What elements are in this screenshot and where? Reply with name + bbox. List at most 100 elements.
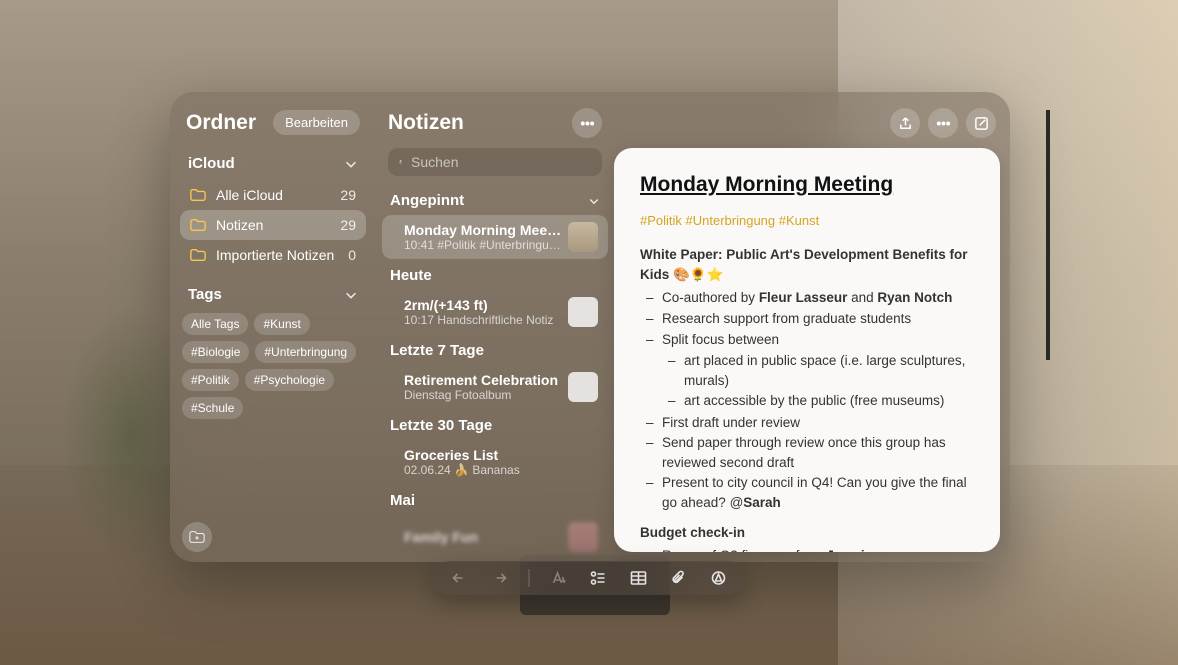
list-item: Co-authored by Fleur Lasseur and Ryan No… — [662, 288, 974, 308]
attach-button[interactable] — [668, 567, 690, 589]
background-lamp — [1028, 110, 1068, 360]
note-tagline: #Politik #Unterbringung #Kunst — [640, 212, 974, 231]
folder-notizen[interactable]: Notizen 29 — [180, 210, 366, 240]
text-style-button[interactable] — [548, 567, 570, 589]
note-section-budget: Budget check-in — [640, 523, 974, 543]
tag-politik[interactable]: #Politik — [182, 369, 239, 391]
paperclip-icon — [670, 569, 688, 587]
note-thumbnail — [568, 297, 598, 327]
notes-title: Notizen — [388, 111, 464, 135]
folder-label: Importierte Notizen — [216, 247, 334, 263]
sidebar-header: Ordner Bearbeiten — [180, 104, 366, 149]
chevron-down-icon — [344, 157, 358, 171]
note-row-title: Monday Morning Meeting — [404, 222, 562, 238]
new-folder-icon — [189, 529, 205, 545]
folder-count: 29 — [340, 217, 356, 233]
section-label-icloud: iCloud — [188, 155, 235, 172]
note-content-column: Monday Morning Meeting #Politik #Unterbr… — [614, 92, 1010, 562]
folder-icon — [190, 188, 206, 202]
note-row-title: Family Fun — [404, 529, 562, 545]
list-item: Present to city council in Q4! Can you g… — [662, 473, 974, 512]
section-may: Mai — [376, 484, 614, 515]
edit-button[interactable]: Bearbeiten — [273, 110, 360, 135]
new-folder-button[interactable] — [182, 522, 212, 552]
markup-button[interactable] — [708, 567, 730, 589]
sidebar-section-tags[interactable]: Tags — [180, 280, 366, 309]
content-header — [614, 104, 1010, 148]
list-item: art accessible by the public (free museu… — [684, 391, 974, 411]
section-label-tags: Tags — [188, 286, 222, 303]
note-editor[interactable]: Monday Morning Meeting #Politik #Unterbr… — [614, 148, 1000, 552]
note-row-family-fun[interactable]: Family Fun — [382, 515, 608, 559]
sidebar-section-icloud[interactable]: iCloud — [180, 149, 366, 178]
folder-icon — [190, 248, 206, 262]
folder-count: 0 — [348, 247, 356, 263]
folder-all-icloud[interactable]: Alle iCloud 29 — [180, 180, 366, 210]
list-item: First draft under review — [662, 413, 974, 433]
note-row-retirement[interactable]: Retirement Celebration Dienstag Fotoalbu… — [382, 365, 608, 409]
compose-button[interactable] — [966, 108, 996, 138]
note-row-monday-meeting[interactable]: Monday Morning Meeting 10:41 #Politik #U… — [382, 215, 608, 259]
notes-list-column: Notizen Angepinnt Monday Morning Meeting… — [376, 92, 614, 562]
sidebar: Ordner Bearbeiten iCloud Alle iCloud 29 … — [170, 92, 376, 562]
section-today: Heute — [376, 259, 614, 290]
tag-psychologie[interactable]: #Psychologie — [245, 369, 334, 391]
notes-app-window: Ordner Bearbeiten iCloud Alle iCloud 29 … — [170, 92, 1010, 562]
note-row-groceries[interactable]: Groceries List 02.06.24 🍌 Bananas — [382, 440, 608, 484]
note-row-title: Groceries List — [404, 447, 598, 463]
undo-button[interactable] — [449, 567, 471, 589]
section-last7-label: Letzte 7 Tage — [390, 342, 484, 359]
tag-all[interactable]: Alle Tags — [182, 313, 248, 335]
checklist-icon — [590, 569, 608, 587]
folder-imported[interactable]: Importierte Notizen 0 — [180, 240, 366, 270]
tag-kunst[interactable]: #Kunst — [254, 313, 309, 335]
folder-icon — [190, 218, 206, 232]
ellipsis-icon — [580, 116, 595, 131]
chevron-down-icon — [344, 288, 358, 302]
checklist-button[interactable] — [588, 567, 610, 589]
section-last30: Letzte 30 Tage — [376, 409, 614, 440]
folder-count: 29 — [340, 187, 356, 203]
mic-icon — [398, 155, 403, 169]
note-row-sub: 10:41 #Politik #Unterbringung #K… — [404, 238, 562, 252]
ellipsis-icon — [936, 116, 951, 131]
note-row-sub: 02.06.24 🍌 Bananas — [404, 463, 598, 477]
search-box[interactable] — [388, 148, 602, 176]
note-row-handwriting[interactable]: 2rm/(+143 ft) 10:17 Handschriftliche Not… — [382, 290, 608, 334]
tag-schule[interactable]: #Schule — [182, 397, 243, 419]
search-input[interactable] — [411, 154, 592, 170]
table-icon — [630, 569, 648, 587]
more-button[interactable] — [572, 108, 602, 138]
section-last7: Letzte 7 Tage — [376, 334, 614, 365]
section-pinned[interactable]: Angepinnt — [376, 184, 614, 215]
tag-unterbringung[interactable]: #Unterbringung — [255, 341, 356, 363]
note-thumbnail — [568, 522, 598, 552]
compose-icon — [974, 116, 989, 131]
redo-button[interactable] — [489, 567, 511, 589]
note-heading: Monday Morning Meeting — [640, 170, 974, 200]
more-options-button[interactable] — [928, 108, 958, 138]
note-bullets-1: Co-authored by Fleur Lasseur and Ryan No… — [640, 288, 974, 512]
section-last30-label: Letzte 30 Tage — [390, 417, 492, 434]
note-thumbnail — [568, 372, 598, 402]
tag-list: Alle Tags #Kunst #Biologie #Unterbringun… — [180, 309, 366, 423]
note-row-title: Retirement Celebration — [404, 372, 562, 388]
list-item: Split focus between art placed in public… — [662, 330, 974, 411]
redo-icon — [491, 569, 509, 587]
folder-label: Notizen — [216, 217, 263, 233]
text-icon — [550, 569, 568, 587]
folder-list: Alle iCloud 29 Notizen 29 Importierte No… — [180, 180, 366, 270]
sidebar-title: Ordner — [186, 111, 256, 135]
list-item: art placed in public space (i.e. large s… — [684, 351, 974, 390]
list-item: Research support from graduate students — [662, 309, 974, 329]
share-button[interactable] — [890, 108, 920, 138]
note-thumbnail — [568, 222, 598, 252]
markup-icon — [710, 569, 728, 587]
section-may-label: Mai — [390, 492, 415, 509]
format-toolbar — [433, 561, 746, 595]
tag-biologie[interactable]: #Biologie — [182, 341, 249, 363]
list-item: Send paper through review once this grou… — [662, 433, 974, 472]
section-today-label: Heute — [390, 267, 432, 284]
folder-label: Alle iCloud — [216, 187, 283, 203]
table-button[interactable] — [628, 567, 650, 589]
